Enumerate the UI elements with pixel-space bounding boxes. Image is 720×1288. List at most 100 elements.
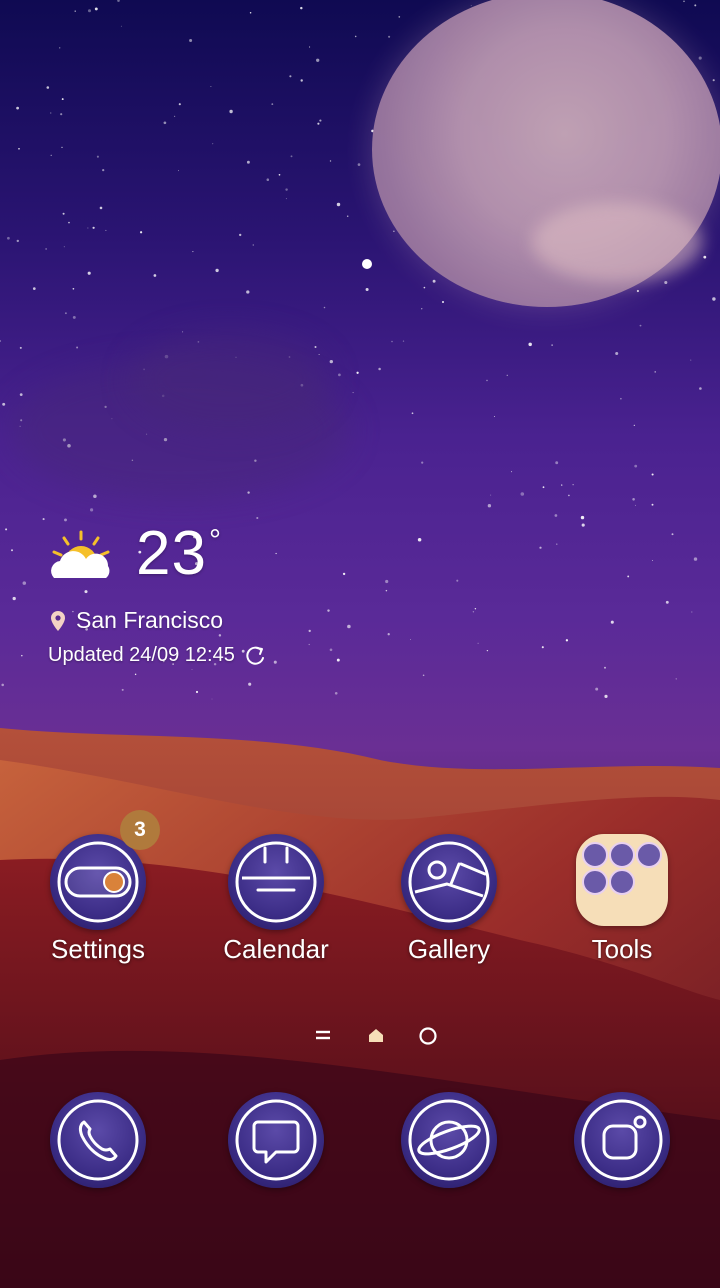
star — [342, 572, 346, 576]
star — [266, 178, 270, 181]
dock-internet[interactable] — [379, 1092, 519, 1188]
app-folder-tools[interactable]: Tools — [552, 834, 692, 965]
star — [388, 35, 391, 38]
star — [134, 673, 137, 676]
star — [365, 287, 369, 292]
star — [120, 25, 122, 27]
star — [665, 600, 669, 604]
star — [210, 85, 212, 88]
star — [417, 537, 422, 542]
star — [683, 0, 685, 3]
star — [671, 533, 674, 536]
star — [541, 646, 544, 649]
star — [615, 351, 619, 356]
star — [46, 86, 50, 89]
star — [565, 639, 569, 642]
star — [422, 674, 425, 677]
star — [300, 79, 303, 82]
cloud — [130, 330, 330, 430]
star — [539, 546, 542, 549]
location-label: San Francisco — [76, 607, 224, 633]
star — [87, 9, 92, 13]
star — [21, 654, 23, 657]
star — [19, 393, 23, 396]
phone-icon — [50, 1092, 146, 1188]
star — [72, 287, 75, 290]
camera-icon — [574, 1092, 670, 1188]
star — [528, 342, 532, 347]
star — [12, 596, 16, 601]
star — [634, 504, 636, 506]
star — [712, 79, 715, 82]
star — [93, 494, 97, 499]
star — [581, 523, 585, 527]
star — [639, 324, 642, 327]
star — [105, 229, 107, 231]
folder-icon — [576, 834, 668, 926]
star — [300, 6, 303, 10]
folder-app-thumb — [609, 869, 635, 895]
star — [490, 494, 492, 496]
home-page-indicator[interactable] — [367, 1026, 385, 1044]
notification-badge: 3 — [120, 810, 160, 850]
star — [441, 300, 445, 304]
star — [493, 416, 495, 417]
star — [470, 4, 472, 6]
page-dot-indicator[interactable] — [418, 1026, 438, 1046]
star — [45, 248, 47, 250]
star — [74, 10, 76, 12]
star — [50, 154, 52, 156]
star — [703, 255, 707, 259]
star — [189, 39, 193, 42]
star — [698, 56, 702, 60]
star — [173, 115, 176, 118]
app-calendar[interactable]: Calendar — [206, 834, 346, 965]
star — [0, 339, 2, 343]
star — [385, 589, 388, 592]
app-gallery[interactable]: Gallery — [379, 834, 519, 965]
star — [402, 340, 405, 342]
star — [32, 287, 36, 290]
star — [387, 633, 390, 636]
star — [627, 575, 630, 578]
moon-wallpaper — [372, 0, 720, 307]
star — [336, 658, 340, 662]
dock-camera[interactable] — [552, 1092, 692, 1188]
star — [393, 230, 395, 232]
star — [604, 666, 606, 669]
star — [290, 155, 293, 158]
star — [102, 168, 105, 172]
star — [22, 581, 27, 585]
star — [99, 206, 103, 210]
star — [87, 227, 89, 229]
star — [64, 518, 67, 522]
app-label: Calendar — [223, 934, 329, 964]
dock-messages[interactable] — [206, 1092, 346, 1188]
star — [694, 4, 697, 7]
star — [636, 289, 640, 293]
star — [96, 155, 99, 158]
star — [178, 170, 179, 172]
star — [50, 112, 52, 114]
star — [329, 648, 333, 652]
star — [338, 373, 341, 377]
star — [94, 7, 98, 11]
star — [486, 379, 488, 382]
app-settings[interactable]: 3 Settings — [28, 810, 168, 965]
star — [92, 226, 95, 229]
star — [511, 471, 513, 473]
menu-page-indicator[interactable] — [314, 1028, 332, 1042]
star — [651, 473, 654, 476]
dock-phone[interactable] — [28, 1092, 168, 1188]
star — [63, 246, 65, 248]
folder-app-thumb — [582, 869, 608, 895]
star — [472, 611, 475, 613]
refresh-icon[interactable] — [245, 645, 267, 667]
star — [191, 669, 193, 670]
star — [421, 461, 424, 464]
star — [308, 629, 311, 633]
star — [61, 146, 63, 148]
star — [218, 634, 222, 637]
star — [18, 148, 20, 150]
star — [423, 286, 426, 289]
